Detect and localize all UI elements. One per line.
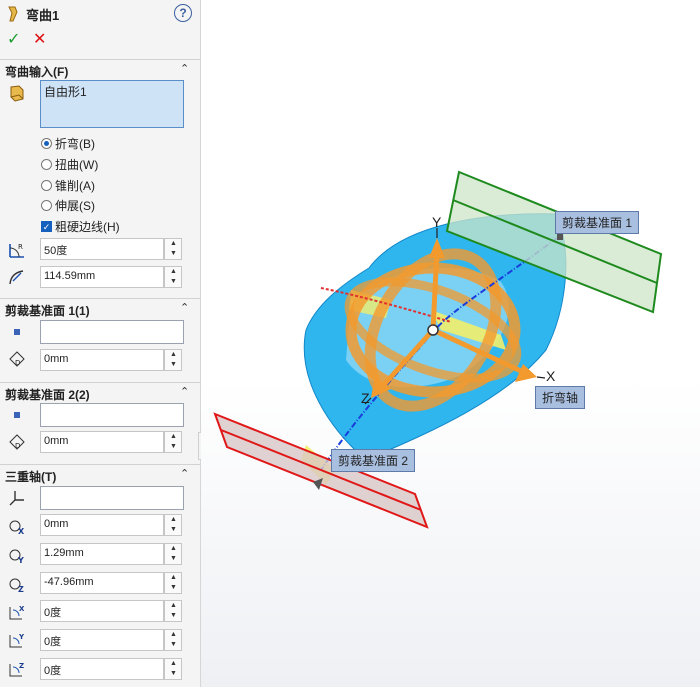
section-trim1-header[interactable]: 剪裁基准面 1(1) ⌃ xyxy=(0,298,200,319)
svg-text:Z: Z xyxy=(18,585,24,594)
section-trim1-label: 剪裁基准面 1(1) xyxy=(5,304,90,318)
radio-twist[interactable]: 扭曲(W) xyxy=(41,156,98,173)
section-bend-input-label: 弯曲输入(F) xyxy=(5,65,69,79)
trim1-distance-field[interactable]: 0mm ▲ ▼ xyxy=(40,349,182,371)
triad-selection-box[interactable] xyxy=(40,486,184,510)
triad-origin xyxy=(427,324,439,336)
angle-value[interactable]: 50度 xyxy=(40,238,164,260)
section-bend-input-header[interactable]: 弯曲输入(F) ⌃ xyxy=(0,59,200,80)
section-triad-header[interactable]: 三重轴(T) ⌃ xyxy=(0,464,200,485)
axis-label-z: Z xyxy=(361,390,370,406)
triad-z-value[interactable]: -47.96mm xyxy=(40,572,164,594)
bodies-icon xyxy=(10,85,24,102)
trim-plane-2-callout[interactable]: 剪裁基准面 2 xyxy=(331,449,416,472)
distance-icon: D xyxy=(9,351,25,367)
triad-y-spinner[interactable]: ▲ ▼ xyxy=(164,543,182,565)
x-rotation-icon: X xyxy=(9,605,25,620)
bend-axis-callout[interactable]: 折弯轴 xyxy=(535,386,586,409)
angle-spinner[interactable]: ▲ ▼ xyxy=(164,238,182,260)
triad-rot-x-value[interactable]: 0度 xyxy=(40,600,164,622)
triad-rot-y-spinner[interactable]: ▲ ▼ xyxy=(164,629,182,651)
radio-bend-label: 折弯(B) xyxy=(55,137,95,151)
radio-bend[interactable]: 折弯(B) xyxy=(41,135,95,152)
help-button[interactable]: ? xyxy=(174,4,192,22)
trim-plane-1-callout[interactable]: 剪裁基准面 1 xyxy=(555,211,640,234)
triad-rot-z-spinner[interactable]: ▲ ▼ xyxy=(164,658,182,680)
triad-rot-x-field[interactable]: 0度 ▲ ▼ xyxy=(40,600,182,622)
radio-taper[interactable]: 锥削(A) xyxy=(41,177,95,194)
feature-title: 弯曲1 xyxy=(26,7,60,23)
radio-stretch-label: 伸展(S) xyxy=(55,199,95,213)
plane-icon xyxy=(14,329,20,335)
triad-rot-z-field[interactable]: 0度 ▲ ▼ xyxy=(40,658,182,680)
trim2-selection-box[interactable] xyxy=(40,403,184,427)
z-rotation-icon: Z xyxy=(9,662,24,677)
section-trim2-label: 剪裁基准面 2(2) xyxy=(5,388,90,402)
triad-x-spinner[interactable]: ▲ ▼ xyxy=(164,514,182,536)
section-triad-label: 三重轴(T) xyxy=(5,470,57,484)
y-rotation-icon: Y xyxy=(9,633,25,648)
axis-label-x: X xyxy=(546,368,556,384)
radio-twist-label: 扭曲(W) xyxy=(55,158,99,172)
trim2-distance-spinner[interactable]: ▲ ▼ xyxy=(164,431,182,453)
trim2-distance-value[interactable]: 0mm xyxy=(40,431,164,453)
radio-stretch[interactable]: 伸展(S) xyxy=(41,197,95,214)
svg-text:R: R xyxy=(18,243,23,251)
flex-feature-icon xyxy=(8,6,18,22)
plane-icon xyxy=(14,412,20,418)
triad-y-value[interactable]: 1.29mm xyxy=(40,543,164,565)
chevron-up-icon[interactable]: ⌃ xyxy=(180,301,189,314)
selected-body-item[interactable]: 自由形1 xyxy=(44,85,87,99)
radius-icon xyxy=(9,270,24,285)
property-manager-panel: 弯曲1 ? ✓ ✕ 弯曲输入(F) ⌃ 自由形1 折弯(B) 扭曲(W) 锥削(… xyxy=(0,0,201,687)
svg-text:D: D xyxy=(15,442,20,450)
trim2-distance-field[interactable]: 0mm ▲ ▼ xyxy=(40,431,182,453)
axis-label-y: Y xyxy=(432,214,442,230)
angle-field[interactable]: 50度 ▲ ▼ xyxy=(40,238,182,260)
triad-y-field[interactable]: 1.29mm ▲ ▼ xyxy=(40,543,182,565)
x-position-icon: X xyxy=(9,520,25,536)
model-scene[interactable] xyxy=(201,0,700,687)
triad-z-spinner[interactable]: ▲ ▼ xyxy=(164,572,182,594)
trim1-distance-value[interactable]: 0mm xyxy=(40,349,164,371)
radius-field[interactable]: 114.59mm ▲ ▼ xyxy=(40,266,182,288)
trim1-distance-spinner[interactable]: ▲ ▼ xyxy=(164,349,182,371)
chevron-up-icon[interactable]: ⌃ xyxy=(180,62,189,75)
bodies-selection-box[interactable]: 自由形1 xyxy=(40,80,184,128)
svg-text:D: D xyxy=(15,359,20,367)
angle-icon: R xyxy=(9,243,24,258)
y-position-icon: Y xyxy=(9,549,24,565)
svg-text:X: X xyxy=(18,527,25,536)
triad-rot-z-value[interactable]: 0度 xyxy=(40,658,164,680)
cancel-button[interactable]: ✕ xyxy=(33,29,46,49)
triad-rot-y-field[interactable]: 0度 ▲ ▼ xyxy=(40,629,182,651)
triad-x-field[interactable]: 0mm ▲ ▼ xyxy=(40,514,182,536)
panel-title: 弯曲1 xyxy=(6,4,59,24)
hard-edges-checkbox[interactable]: ✓ 粗硬边线(H) xyxy=(41,218,120,235)
radius-value[interactable]: 114.59mm xyxy=(40,266,164,288)
triad-rot-y-value[interactable]: 0度 xyxy=(40,629,164,651)
radio-taper-label: 锥削(A) xyxy=(55,179,95,193)
graphics-viewport[interactable]: Y X Z 剪裁基准面 1 剪裁基准面 2 折弯轴 xyxy=(201,0,700,687)
section-trim2-header[interactable]: 剪裁基准面 2(2) ⌃ xyxy=(0,382,200,403)
triad-z-field[interactable]: -47.96mm ▲ ▼ xyxy=(40,572,182,594)
hard-edges-label: 粗硬边线(H) xyxy=(55,220,120,234)
svg-text:X: X xyxy=(19,605,25,613)
triad-rot-x-spinner[interactable]: ▲ ▼ xyxy=(164,600,182,622)
triad-icon xyxy=(9,491,24,506)
distance-icon: D xyxy=(9,434,25,450)
z-position-icon: Z xyxy=(9,578,24,594)
svg-text:Z: Z xyxy=(19,662,24,670)
svg-text:Y: Y xyxy=(17,556,24,565)
svg-text:Y: Y xyxy=(18,633,25,641)
chevron-up-icon[interactable]: ⌃ xyxy=(180,385,189,398)
ok-button[interactable]: ✓ xyxy=(7,29,20,49)
triad-x-value[interactable]: 0mm xyxy=(40,514,164,536)
radius-spinner[interactable]: ▲ ▼ xyxy=(164,266,182,288)
trim1-selection-box[interactable] xyxy=(40,320,184,344)
chevron-up-icon[interactable]: ⌃ xyxy=(180,467,189,480)
